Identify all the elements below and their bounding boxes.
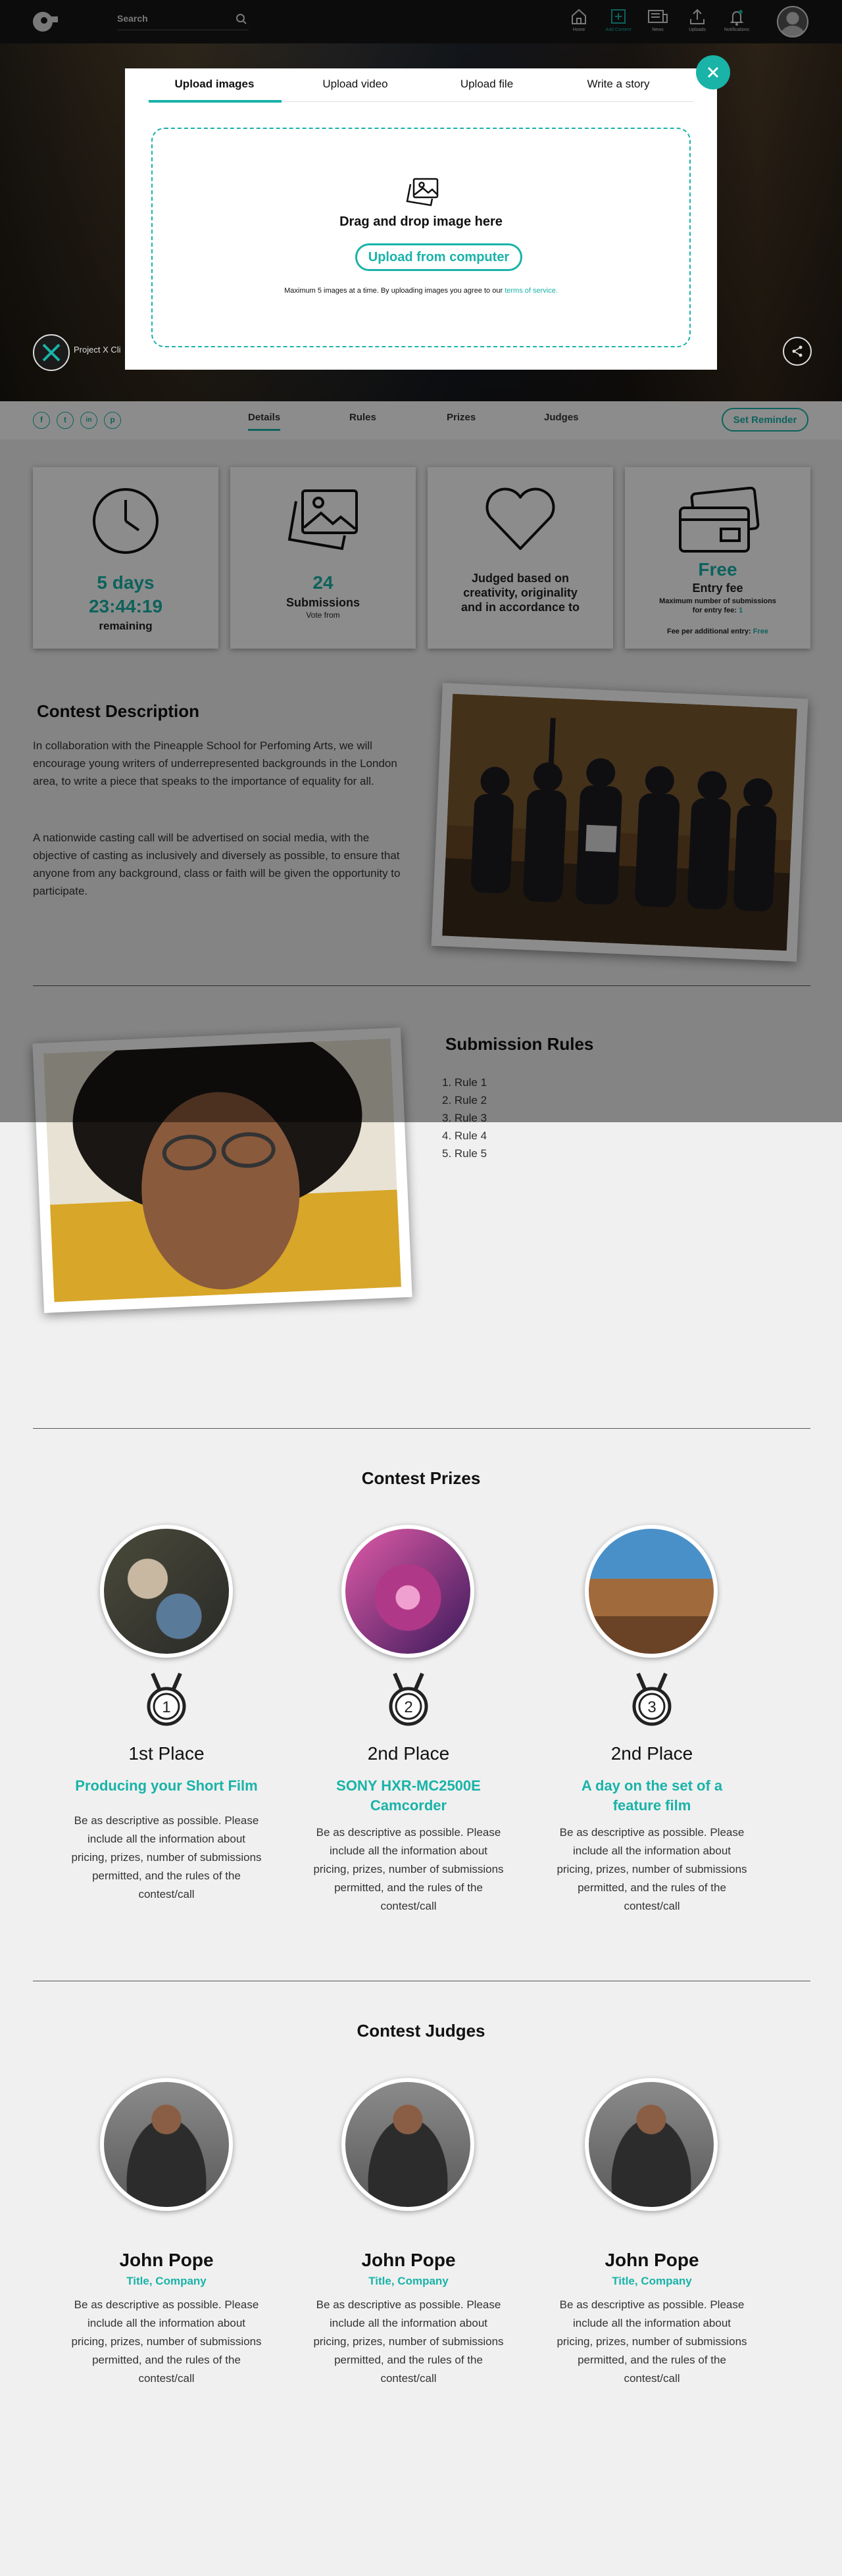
modal-tab-upload-file[interactable]: Upload file [421, 78, 553, 91]
share-icon [792, 345, 803, 357]
prize-2-place: 2nd Place [367, 1743, 450, 1764]
close-icon [707, 66, 719, 78]
prize-3-place: 2nd Place [610, 1743, 693, 1764]
judge-1-title: Title, Company [126, 2275, 207, 2287]
prize-3-image [585, 1525, 718, 1658]
upload-note-text: Maximum 5 images at a time. By uploading… [284, 287, 503, 295]
judge-3-name: John Pope [605, 2250, 699, 2270]
medal-3-number: 3 [647, 1698, 656, 1716]
prize-2-name: SONY HXR-MC2500E Camcorder [336, 1777, 481, 1814]
medal-1-icon: 1 [147, 1672, 186, 1726]
prizes-title: Contest Prizes [361, 1468, 481, 1488]
modal-close-button[interactable] [696, 55, 730, 89]
prize-1-place: 1st Place [128, 1743, 205, 1764]
judge-2-photo [341, 2078, 474, 2211]
project-x-avatar[interactable] [33, 334, 70, 371]
modal-tab-upload-video[interactable]: Upload video [289, 78, 421, 91]
judge-2-name: John Pope [361, 2250, 456, 2270]
judges-title: Contest Judges [357, 2021, 485, 2041]
prize-1-description: Be as descriptive as possible. Please in… [71, 1814, 262, 1900]
project-name[interactable]: Project X Cli [74, 345, 121, 355]
prize-2-description: Be as descriptive as possible. Please in… [313, 1826, 504, 1912]
rule-item: 4. Rule 4 [442, 1129, 487, 1142]
prize-3-description: Be as descriptive as possible. Please in… [557, 1826, 747, 1912]
prize-3-name: A day on the set of a feature film [581, 1777, 723, 1814]
share-button[interactable] [783, 337, 812, 366]
judge-2-title: Title, Company [368, 2275, 449, 2287]
medal-3-icon: 3 [632, 1672, 672, 1726]
modal-tab-write-story[interactable]: Write a story [553, 78, 684, 91]
upload-from-computer-button[interactable]: Upload from computer [355, 243, 522, 271]
section-divider [33, 1428, 810, 1429]
upload-terms-note: Maximum 5 images at a time. By uploading… [153, 287, 689, 295]
rule-item: 5. Rule 5 [442, 1147, 487, 1160]
modal-tab-active-indicator [149, 100, 282, 103]
judge-1-description: Be as descriptive as possible. Please in… [71, 2298, 262, 2385]
image-dropzone[interactable]: Drag and drop image here Upload from com… [151, 128, 691, 347]
x-logo-icon [42, 343, 61, 362]
judge-3-title: Title, Company [612, 2275, 692, 2287]
image-upload-icon [406, 178, 439, 207]
prize-2-image [341, 1525, 474, 1658]
judge-3-photo [585, 2078, 718, 2211]
dropzone-title: Drag and drop image here [339, 214, 503, 229]
prize-1-name: Producing your Short Film [75, 1777, 258, 1794]
judge-3-description: Be as descriptive as possible. Please in… [557, 2298, 747, 2385]
terms-of-service-link[interactable]: terms of service. [505, 287, 558, 295]
medal-2-icon: 2 [389, 1672, 428, 1726]
medal-1-number: 1 [162, 1698, 170, 1716]
upload-modal: Upload images Upload video Upload file W… [125, 68, 717, 370]
medal-2-number: 2 [404, 1698, 412, 1716]
judge-1-photo [100, 2078, 233, 2211]
prize-1-image [100, 1525, 233, 1658]
judge-1-name: John Pope [119, 2250, 214, 2270]
judge-2-description: Be as descriptive as possible. Please in… [313, 2298, 504, 2385]
modal-tab-upload-images[interactable]: Upload images [149, 78, 280, 91]
